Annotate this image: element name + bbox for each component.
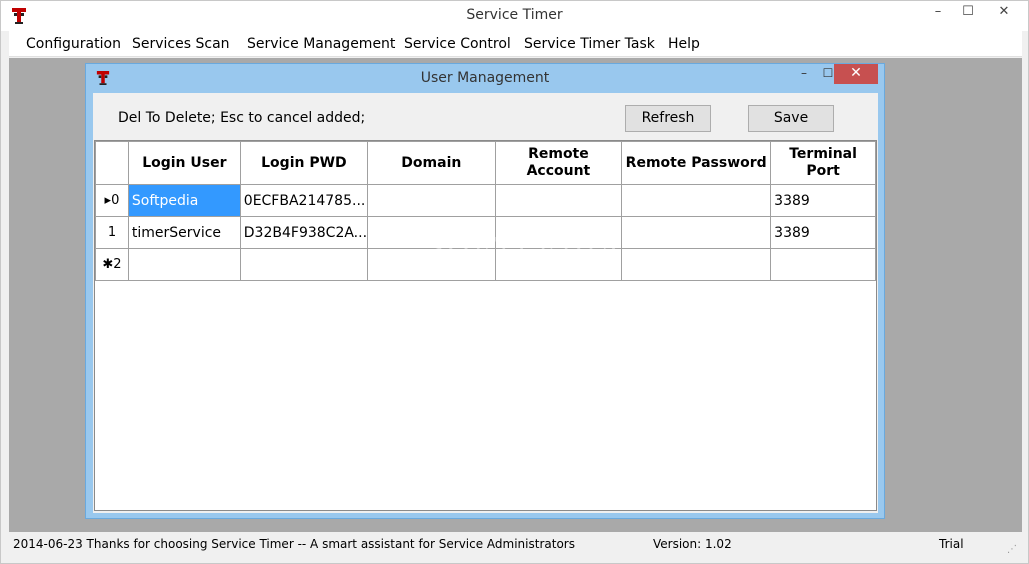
menu-service-timer-task[interactable]: Service Timer Task	[524, 36, 655, 52]
column-header-login-user[interactable]: Login User	[127, 141, 241, 185]
minimize-button[interactable]: –	[921, 1, 955, 25]
column-header-terminal-port[interactable]: Terminal Port	[770, 141, 876, 185]
menu-help[interactable]: Help	[668, 36, 700, 52]
cell-login-pwd[interactable]: 0ECFBA214785...	[239, 184, 369, 217]
license-label: Trial	[939, 537, 964, 551]
menu-bar: Configuration Services Scan Service Mana…	[9, 31, 1022, 57]
users-grid: Login User Login PWD Domain Remote Accou…	[94, 140, 877, 511]
softpedia-watermark: SOFTPEDIA	[426, 233, 623, 263]
cell-terminal-port[interactable]: 3389	[770, 216, 876, 249]
menu-service-management[interactable]: Service Management	[247, 36, 395, 52]
menu-configuration[interactable]: Configuration	[26, 36, 121, 52]
column-header-login-pwd[interactable]: Login PWD	[239, 141, 369, 185]
menu-services-scan[interactable]: Services Scan	[132, 36, 230, 52]
dialog-close-button[interactable]: ✕	[834, 64, 878, 84]
dialog-minimize-button[interactable]: –	[792, 66, 816, 84]
row-header[interactable]: 1	[95, 216, 129, 249]
cell-remote-password[interactable]	[621, 216, 772, 249]
column-header-domain[interactable]: Domain	[367, 141, 496, 185]
cell-remote-account[interactable]	[494, 184, 623, 217]
status-bar: 2014-06-23 Thanks for choosing Service T…	[9, 532, 1022, 556]
main-window: Service Timer – ☐ ✕ Configuration Servic…	[0, 0, 1029, 564]
cell-terminal-port[interactable]: 3389	[770, 184, 876, 217]
dialog-title: User Management	[420, 70, 550, 86]
cell-terminal-port[interactable]	[770, 248, 876, 281]
cell-remote-password[interactable]	[621, 248, 772, 281]
title-bar: Service Timer – ☐ ✕	[1, 1, 1028, 31]
cell-login-user[interactable]	[127, 248, 241, 281]
row-header-corner	[95, 141, 129, 185]
cell-domain[interactable]	[367, 184, 496, 217]
version-label: Version: 1.02	[653, 537, 732, 551]
user-management-window: User Management – ☐ ✕ Del To Delete; Esc…	[85, 63, 885, 519]
menu-service-control[interactable]: Service Control	[404, 36, 511, 52]
cell-login-pwd[interactable]: D32B4F938C2A...	[239, 216, 369, 249]
column-header-remote-password[interactable]: Remote Password	[621, 141, 772, 185]
save-button[interactable]: Save	[748, 105, 834, 132]
cell-login-user[interactable]: Softpedia	[127, 184, 241, 217]
dialog-title-bar: User Management – ☐ ✕	[86, 64, 884, 92]
window-title: Service Timer	[466, 7, 563, 23]
new-row-header[interactable]: ✱2	[95, 248, 129, 281]
column-header-remote-account[interactable]: Remote Account	[494, 141, 623, 185]
dialog-client-area: Del To Delete; Esc to cancel added; Refr…	[93, 93, 878, 513]
close-button[interactable]: ✕	[981, 1, 1027, 25]
instruction-text: Del To Delete; Esc to cancel added;	[118, 110, 366, 126]
cell-remote-password[interactable]	[621, 184, 772, 217]
row-header[interactable]: ▸0	[95, 184, 129, 217]
maximize-button[interactable]: ☐	[955, 1, 981, 25]
refresh-button[interactable]: Refresh	[625, 105, 711, 132]
resize-grip-icon[interactable]: ⋰	[1007, 544, 1017, 555]
cell-login-pwd[interactable]	[239, 248, 369, 281]
header-row: Login User Login PWD Domain Remote Accou…	[95, 141, 876, 185]
cell-login-user[interactable]: timerService	[127, 216, 241, 249]
status-message: 2014-06-23 Thanks for choosing Service T…	[13, 537, 575, 551]
table-row[interactable]: ▸0 Softpedia 0ECFBA214785... 3389	[95, 184, 876, 217]
